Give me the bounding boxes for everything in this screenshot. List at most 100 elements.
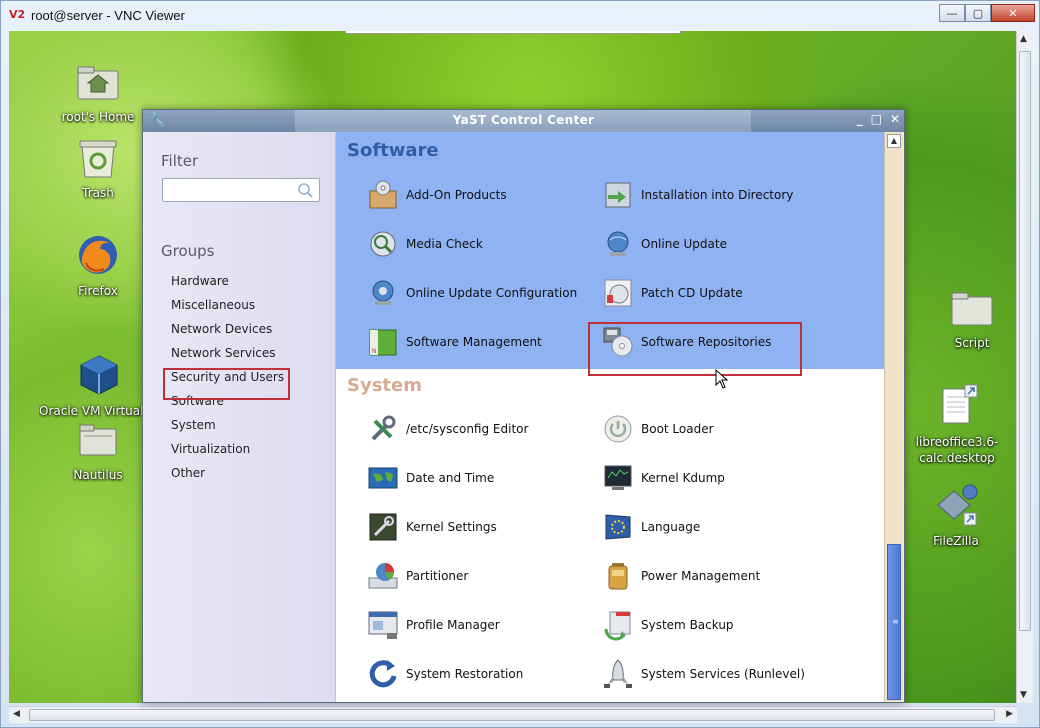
- nautilus-icon: [79, 424, 117, 456]
- media-check-icon: [370, 231, 396, 257]
- folder-icon: [951, 292, 993, 326]
- module-media-check[interactable]: Media Check: [367, 228, 483, 260]
- module-sysconfig-editor[interactable]: /etc/sysconfig Editor: [367, 413, 528, 445]
- module-label: Patch CD Update: [641, 286, 743, 300]
- backup-icon: [604, 611, 631, 641]
- module-label: Add-On Products: [406, 188, 507, 202]
- scroll-up-icon[interactable]: ▲: [1020, 34, 1027, 44]
- desktop-icon-virtualbox[interactable]: Oracle VM VirtualBox: [39, 353, 159, 418]
- yast-sidebar: Filter Groups Hardware Miscellaneous Net…: [144, 132, 336, 702]
- module-language[interactable]: Language: [602, 511, 700, 543]
- svg-text:N: N: [372, 348, 377, 355]
- desktop-icon-firefox[interactable]: Firefox: [43, 233, 153, 298]
- group-item-virtualization[interactable]: Virtualization: [171, 442, 284, 466]
- maximize-button[interactable]: ▢: [965, 4, 991, 22]
- desktop-icon-trash[interactable]: Trash: [43, 135, 153, 200]
- scroll-down-icon[interactable]: ▼: [1020, 690, 1027, 700]
- desktop-icon-script[interactable]: Script: [917, 285, 1017, 350]
- module-online-update[interactable]: Online Update: [602, 228, 727, 260]
- home-folder-icon: [77, 66, 119, 100]
- module-partitioner[interactable]: Partitioner: [367, 560, 468, 592]
- module-label: Software Management: [406, 335, 542, 349]
- module-profile-manager[interactable]: Profile Manager: [367, 609, 500, 641]
- desktop-icon-libreoffice[interactable]: libreoffice3.6-calc.desktop: [895, 383, 1017, 466]
- module-label: Installation into Directory: [641, 188, 794, 202]
- desktop-icon-nautilus[interactable]: Nautilus: [43, 417, 153, 482]
- world-map-clock-icon: [368, 467, 398, 489]
- software-repositories-highlight: [588, 322, 802, 376]
- desktop-icon-label: Trash: [82, 186, 114, 200]
- module-label: Partitioner: [406, 569, 469, 583]
- tools-icon: [371, 415, 396, 441]
- yast-maximize-button[interactable]: □: [871, 112, 882, 126]
- desktop-icon-filezilla[interactable]: FileZilla: [901, 483, 1011, 548]
- vnc-horizontal-scrollbar[interactable]: ◀ ▶: [9, 706, 1017, 723]
- module-kernel-settings[interactable]: Kernel Settings: [367, 511, 497, 543]
- module-label: System Services (Runlevel): [641, 667, 805, 681]
- module-system-restoration[interactable]: System Restoration: [367, 658, 523, 690]
- module-label: Online Update Configuration: [406, 286, 578, 300]
- desktop-icon-label: root's Home: [61, 110, 135, 124]
- group-item-network-devices[interactable]: Network Devices: [171, 322, 284, 346]
- module-installation-into-directory[interactable]: Installation into Directory: [602, 179, 793, 211]
- module-power-management[interactable]: Power Management: [602, 560, 760, 592]
- group-item-miscellaneous[interactable]: Miscellaneous: [171, 298, 284, 322]
- groups-heading: Groups: [161, 242, 215, 260]
- filter-input[interactable]: [166, 180, 291, 200]
- module-add-on-products[interactable]: Add-On Products: [367, 179, 507, 211]
- vnc-vertical-scrollbar[interactable]: ▲ ▼: [1016, 31, 1033, 703]
- vnc-title-bar[interactable]: V2 root@server - VNC Viewer — ▢ ✕: [1, 1, 1040, 31]
- minimize-button[interactable]: —: [939, 4, 965, 22]
- module-kernel-kdump[interactable]: Kernel Kdump: [602, 462, 725, 494]
- filter-heading: Filter: [161, 152, 199, 170]
- yast-modules-scrollbar[interactable]: ▲ ≡: [884, 132, 903, 702]
- yast-window-title: YaST Control Center: [452, 113, 595, 127]
- yast-title-bar[interactable]: 🔧 YaST Control Center _ □ ✕: [143, 110, 904, 132]
- module-label: Date and Time: [406, 471, 495, 485]
- module-label: Online Update: [641, 237, 727, 251]
- firefox-icon: [79, 236, 117, 274]
- document-icon: [942, 384, 978, 424]
- desktop-icon-label: Script: [954, 336, 990, 350]
- group-item-hardware[interactable]: Hardware: [171, 274, 284, 298]
- module-online-update-configuration[interactable]: Online Update Configuration: [367, 277, 577, 309]
- trash-icon: [79, 140, 117, 178]
- filter-field[interactable]: [162, 178, 320, 202]
- module-system-backup[interactable]: System Backup: [602, 609, 734, 641]
- module-label: /etc/sysconfig Editor: [406, 422, 529, 436]
- group-item-system[interactable]: System: [171, 418, 284, 442]
- close-button[interactable]: ✕: [991, 4, 1035, 22]
- restore-arrow-icon: [369, 660, 397, 688]
- module-system-services[interactable]: System Services (Runlevel): [602, 658, 805, 690]
- group-item-network-services[interactable]: Network Services: [171, 346, 284, 370]
- yast-close-button[interactable]: ✕: [890, 112, 900, 126]
- scroll-up-icon[interactable]: ▲: [887, 134, 901, 148]
- globe-config-icon: [372, 280, 394, 305]
- module-date-and-time[interactable]: Date and Time: [367, 462, 494, 494]
- group-item-other[interactable]: Other: [171, 466, 284, 490]
- module-software-management[interactable]: N Software Management: [367, 326, 542, 358]
- vnc-window: V2 root@server - VNC Viewer — ▢ ✕ root's…: [0, 0, 1040, 728]
- module-label: Kernel Settings: [406, 520, 497, 534]
- scroll-right-icon[interactable]: ▶: [1006, 709, 1013, 719]
- horizontal-scroll-thumb[interactable]: [29, 709, 995, 721]
- yast-minimize-button[interactable]: _: [857, 112, 863, 126]
- desktop-icon-home[interactable]: root's Home: [43, 59, 153, 124]
- vertical-scroll-thumb[interactable]: [1019, 51, 1031, 631]
- desktop-icon-label: Nautilus: [73, 468, 123, 482]
- module-label: System Backup: [641, 618, 734, 632]
- yast-scroll-thumb[interactable]: ≡: [887, 544, 901, 700]
- mouse-pointer-icon: [715, 369, 729, 389]
- module-label: System Restoration: [406, 667, 524, 681]
- monitor-dump-icon: [604, 465, 632, 490]
- module-label: Profile Manager: [406, 618, 500, 632]
- patch-cd-icon: [604, 279, 632, 307]
- module-boot-loader[interactable]: Boot Loader: [602, 413, 714, 445]
- power-boot-icon: [604, 415, 632, 443]
- partition-pie-icon: [368, 563, 398, 589]
- module-label: Boot Loader: [641, 422, 714, 436]
- scroll-left-icon[interactable]: ◀: [13, 709, 20, 719]
- software-package-icon: N: [369, 329, 397, 356]
- box-cd-icon: [369, 180, 397, 209]
- module-patch-cd-update[interactable]: Patch CD Update: [602, 277, 743, 309]
